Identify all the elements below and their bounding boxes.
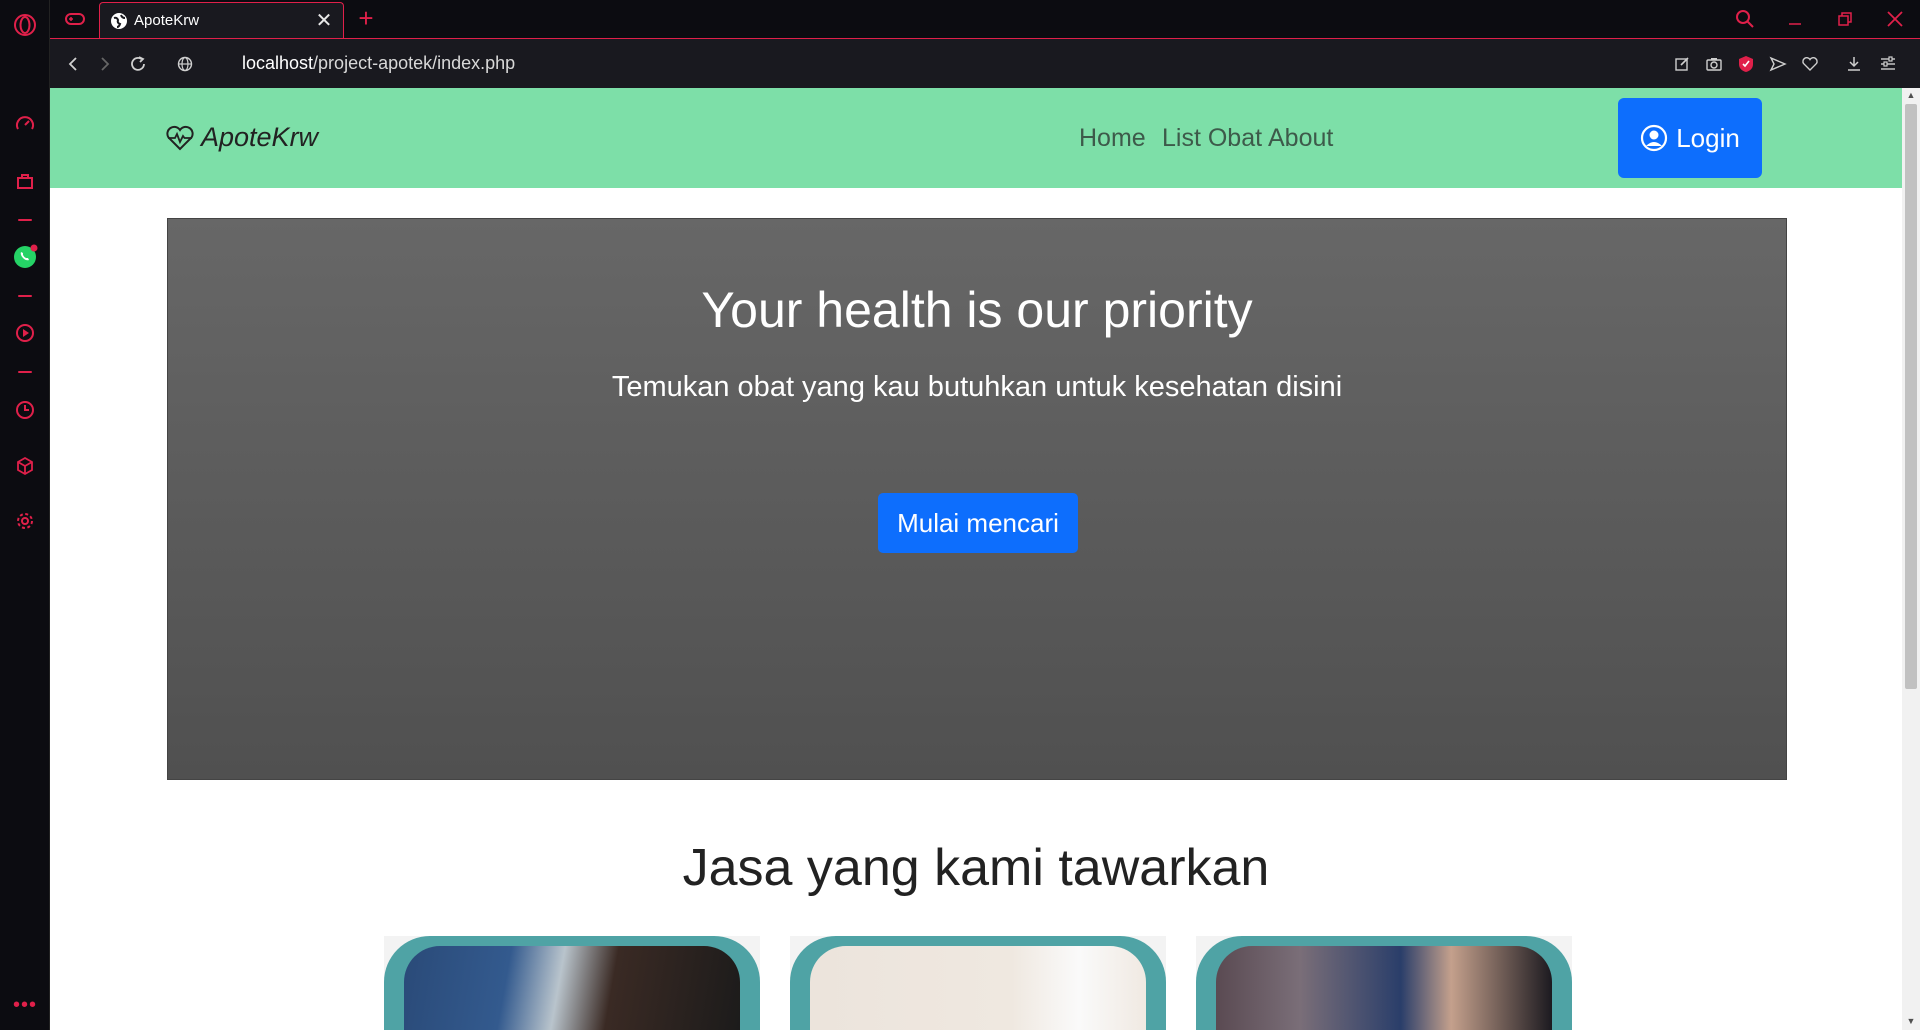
tab-apotekrw[interactable]: ApoteKrw ✕ xyxy=(99,2,344,38)
service-card[interactable] xyxy=(1196,936,1572,1030)
close-window-icon[interactable] xyxy=(1878,6,1912,32)
user-circle-icon xyxy=(1641,124,1668,152)
heart-icon[interactable] xyxy=(1798,52,1822,76)
hero-banner: Your health is our priority Temukan obat… xyxy=(167,218,1787,780)
login-button[interactable]: Login xyxy=(1618,98,1762,178)
reload-icon[interactable] xyxy=(125,51,151,77)
tab-title: ApoteKrw xyxy=(134,12,200,29)
send-icon[interactable] xyxy=(1766,52,1790,76)
site-info-globe-icon[interactable] xyxy=(172,51,198,77)
login-label: Login xyxy=(1676,122,1740,153)
nav-about-link[interactable]: About xyxy=(1268,124,1333,153)
heart-pulse-icon xyxy=(166,125,194,150)
scroll-thumb[interactable] xyxy=(1905,104,1917,689)
sidebar-separator xyxy=(18,219,32,221)
services-heading: Jasa yang kami tawarkan xyxy=(682,839,1270,897)
page-viewport: ApoteKrw Home List Obat About Login Your… xyxy=(50,88,1902,1030)
extensions-cube-icon[interactable] xyxy=(12,453,38,479)
speed-dial-icon[interactable] xyxy=(12,112,38,138)
site-navbar: ApoteKrw Home List Obat About Login xyxy=(50,88,1902,188)
history-icon[interactable] xyxy=(12,397,38,423)
restore-icon[interactable] xyxy=(1828,6,1862,32)
service-card[interactable] xyxy=(790,936,1166,1030)
brand-name: ApoteKrw xyxy=(201,122,319,152)
vpn-shield-icon[interactable] xyxy=(1734,52,1758,76)
hero-subtitle: Temukan obat yang kau butuhkan untuk kes… xyxy=(611,371,1343,403)
whatsapp-icon[interactable] xyxy=(12,244,38,270)
nav-list-obat-link[interactable]: List Obat xyxy=(1162,124,1262,153)
service-image-pharmacist xyxy=(1216,946,1552,1030)
hero-title: Your health is our priority xyxy=(701,282,1253,338)
page-scrollbar[interactable]: ▲ ▼ xyxy=(1902,88,1920,1030)
close-tab-icon[interactable]: ✕ xyxy=(315,11,333,31)
player-icon[interactable] xyxy=(12,320,38,346)
more-icon[interactable]: ••• xyxy=(12,992,38,1018)
url-host: localhost xyxy=(242,53,314,73)
service-image-consultation xyxy=(404,946,740,1030)
sidebar-separator xyxy=(18,371,32,373)
start-search-button[interactable]: Mulai mencari xyxy=(878,493,1078,553)
address-bar: localhost/project-apotek/index.php xyxy=(50,38,1920,88)
url-path: /project-apotek/index.php xyxy=(313,53,516,73)
shopping-bag-icon[interactable] xyxy=(12,168,38,194)
gx-control-icon[interactable] xyxy=(62,8,88,30)
minimize-icon[interactable] xyxy=(1778,6,1812,32)
url-field[interactable]: localhost/project-apotek/index.php xyxy=(242,53,515,74)
nav-home-link[interactable]: Home xyxy=(1079,124,1146,153)
sidebar-separator xyxy=(18,295,32,297)
scroll-down-arrow-icon[interactable]: ▼ xyxy=(1906,1016,1916,1026)
snapshot-edit-icon[interactable] xyxy=(1670,52,1694,76)
settings-gear-icon[interactable] xyxy=(12,508,38,534)
search-tabs-icon[interactable] xyxy=(1728,6,1762,32)
tab-bar: ApoteKrw ✕ + xyxy=(50,0,1920,38)
opera-logo-icon[interactable] xyxy=(12,12,38,38)
camera-icon[interactable] xyxy=(1702,52,1726,76)
browser-sidebar: ••• xyxy=(0,0,50,1030)
forward-icon[interactable] xyxy=(92,51,118,77)
scroll-up-arrow-icon[interactable]: ▲ xyxy=(1906,90,1916,100)
service-card[interactable] xyxy=(384,936,760,1030)
easy-setup-icon[interactable] xyxy=(1876,52,1900,76)
back-icon[interactable] xyxy=(60,51,86,77)
download-icon[interactable] xyxy=(1842,52,1866,76)
brand-link[interactable]: ApoteKrw xyxy=(165,122,318,153)
service-image-doctor xyxy=(810,946,1146,1030)
new-tab-button[interactable]: + xyxy=(353,5,379,32)
globe-icon xyxy=(110,12,128,30)
